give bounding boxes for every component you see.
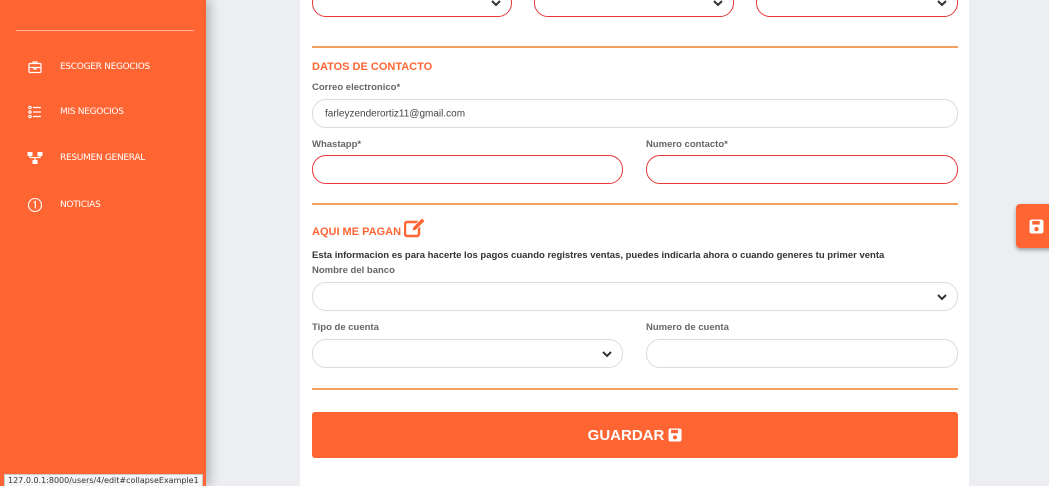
section-divider	[312, 203, 958, 205]
account-type-select[interactable]	[312, 339, 623, 368]
bank-select[interactable]	[312, 282, 958, 311]
email-field[interactable]: farleyzenderortiz11@gmail.com	[312, 99, 958, 128]
sidebar-item-label: NOTICIAS	[60, 200, 101, 210]
payment-description: Esta informacion es para hacerte los pag…	[312, 250, 885, 261]
account-type-label: Tipo de cuenta	[312, 322, 379, 333]
sitemap-icon	[26, 149, 44, 167]
sidebar-item-mis-negocios[interactable]: MIS NEGOCIOS	[26, 102, 124, 122]
section-divider	[312, 388, 958, 390]
account-number-field[interactable]	[646, 339, 958, 368]
status-bar-url: 127.0.0.1:8000/users/4/edit#collapseExam…	[4, 474, 203, 486]
sidebar-item-escoger-negocios[interactable]: ESCOGER NEGOCIOS	[26, 57, 150, 77]
account-number-label: Numero de cuenta	[646, 322, 729, 333]
floating-save-button[interactable]	[1016, 204, 1049, 248]
select-top-3[interactable]	[756, 0, 958, 17]
sidebar-divider	[16, 30, 194, 31]
save-icon	[1029, 219, 1044, 234]
save-button[interactable]: GUARDAR	[312, 412, 958, 458]
sidebar-item-resumen-general[interactable]: RESUMEN GENERAL	[26, 148, 145, 168]
chevron-down-icon	[937, 0, 947, 6]
sidebar-item-label: MIS NEGOCIOS	[60, 107, 124, 117]
chevron-down-icon	[491, 0, 501, 6]
sidebar: ESCOGER NEGOCIOS MIS NEGOCIOS RESUMEN GE…	[0, 0, 206, 486]
section-divider	[312, 46, 958, 48]
sidebar-item-label: RESUMEN GENERAL	[60, 153, 145, 163]
contact-section-title: DATOS DE CONTACTO	[312, 61, 433, 73]
bank-label: Nombre del banco	[312, 265, 395, 276]
payment-title-text: AQUI ME PAGAN	[312, 226, 402, 238]
phone-label: Numero contacto*	[646, 139, 728, 150]
select-top-1[interactable]	[312, 0, 512, 17]
sidebar-item-label: ESCOGER NEGOCIOS	[60, 62, 150, 72]
phone-field[interactable]	[646, 155, 958, 184]
list-icon	[26, 103, 44, 121]
chevron-down-icon	[602, 350, 612, 357]
sidebar-item-noticias[interactable]: NOTICIAS	[26, 195, 101, 215]
select-top-2[interactable]	[534, 0, 734, 17]
info-icon	[26, 196, 44, 214]
briefcase-icon	[26, 58, 44, 76]
edit-icon	[404, 217, 426, 239]
email-value: farleyzenderortiz11@gmail.com	[325, 108, 466, 119]
payment-section-title: AQUI ME PAGAN	[312, 217, 426, 239]
whatsapp-field[interactable]	[312, 155, 623, 184]
whatsapp-label: Whastapp*	[312, 139, 362, 150]
chevron-down-icon	[713, 0, 723, 6]
save-icon	[664, 428, 682, 442]
chevron-down-icon	[937, 293, 947, 300]
email-label: Correo electronico*	[312, 82, 401, 93]
save-button-label: GUARDAR	[587, 426, 665, 444]
